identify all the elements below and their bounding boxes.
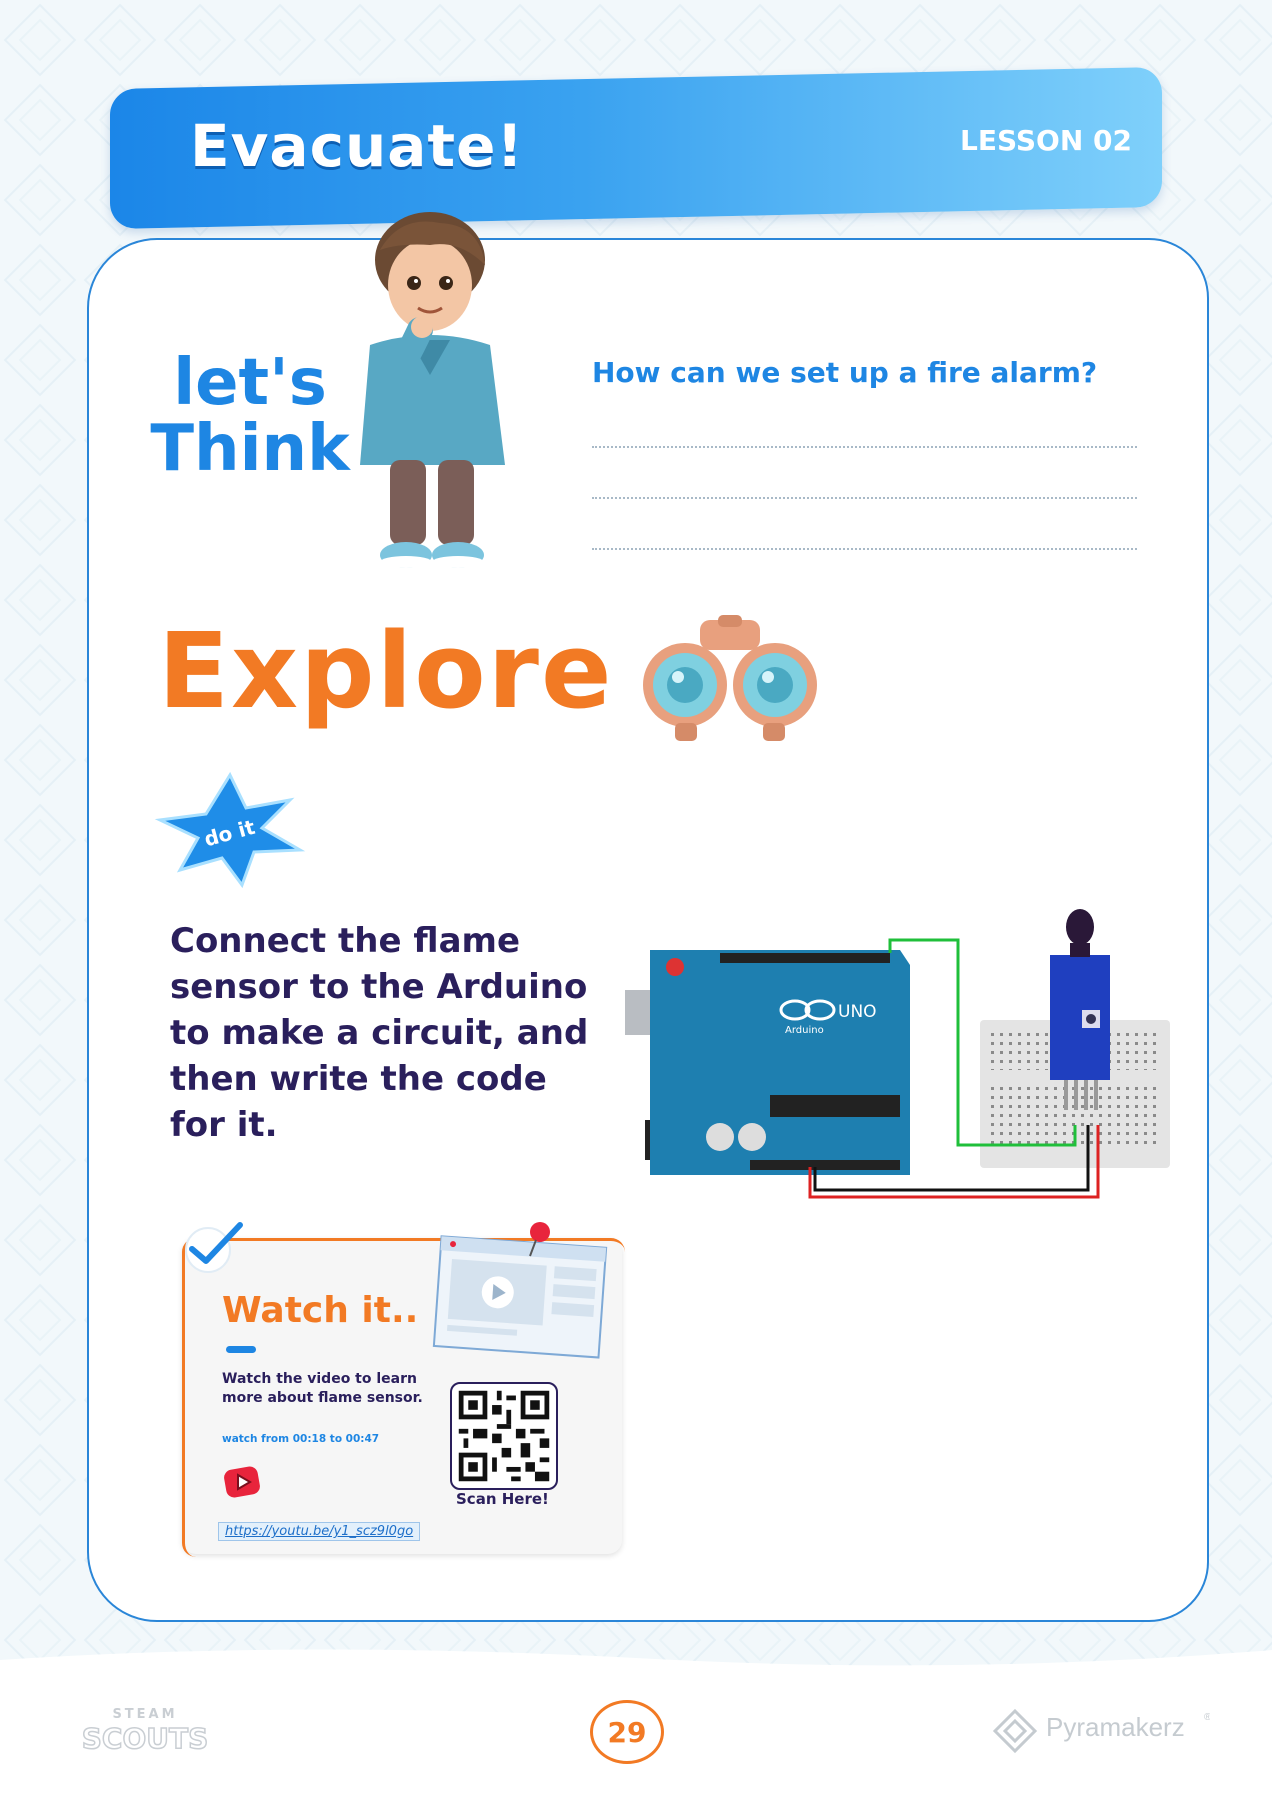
lets-think-heading: let's Think [150,350,350,482]
arduino-board [650,950,910,1175]
lesson-label: LESSON 02 [960,124,1132,157]
flame-sensor-led [1066,909,1094,945]
pyramakerz-logo-text: Pyramakerz [1046,1712,1185,1742]
qr-code-pattern [458,1390,550,1482]
logo-text-bottom: SCOUTS [82,1722,209,1755]
video-link[interactable]: https://youtu.be/y1_scz9l0go [218,1522,421,1541]
explore-heading: Explore [158,610,614,732]
lets-think-line1: let's [173,346,327,420]
steam-scouts-logo: STEAM SCOUTS [81,1707,209,1756]
answer-line[interactable] [592,446,1137,448]
title-underline [226,1346,256,1353]
watch-description: Watch the video to learn more about flam… [222,1371,423,1406]
page-title: Evacuate! [190,112,524,180]
scan-label: Scan Here! [456,1490,549,1508]
pushpin-icon [530,1222,550,1242]
boy-character-illustration [360,212,505,568]
checkmark-icon [185,1222,243,1273]
lets-think-line2: Think [150,412,350,486]
watch-it-title: Watch it.. [222,1290,419,1331]
instructions-text: Connect the flame sensor to the Arduino … [170,921,589,1145]
answer-line[interactable] [592,497,1137,499]
registered-mark: ® [1204,1712,1210,1723]
think-question: How can we set up a fire alarm? [592,356,1098,389]
arduino-circuit-diagram: UNO Arduino [625,909,1170,1199]
do-it-star-badge: do it [154,771,306,889]
video-window-illustration [432,1222,608,1359]
board-brand-label: Arduino [785,1025,824,1036]
board-model-label: UNO [838,1002,877,1022]
watch-time-range: watch from 00:18 to 00:47 [222,1433,380,1445]
binoculars-illustration [643,615,817,741]
logo-text-top: STEAM [112,1707,177,1722]
video-play-icon[interactable] [222,1465,264,1501]
qr-code[interactable] [450,1382,558,1490]
page-number: 29 [590,1700,664,1764]
flame-sensor-module [1050,955,1110,1080]
answer-line[interactable] [592,548,1137,550]
